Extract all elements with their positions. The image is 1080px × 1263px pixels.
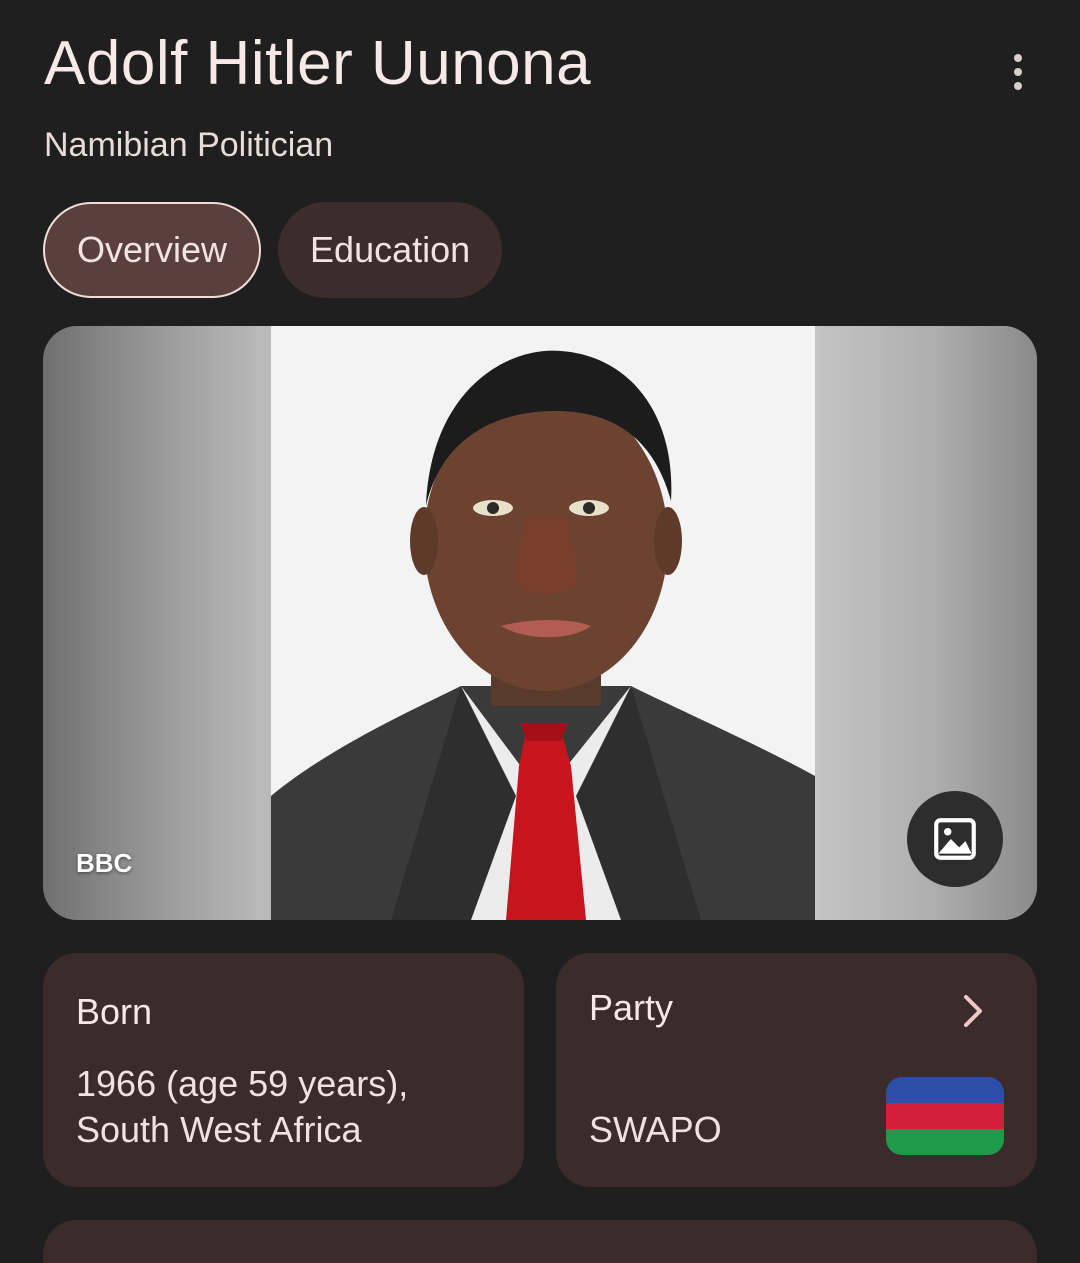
- party-card[interactable]: Party SWAPO: [556, 953, 1037, 1187]
- page-title: Adolf Hitler Uunona: [44, 29, 592, 98]
- image-source-label: BBC: [76, 848, 133, 878]
- born-value-line2: South West Africa: [76, 1109, 362, 1150]
- next-card: [43, 1220, 1037, 1263]
- more-options-button[interactable]: [996, 50, 1040, 94]
- more-vert-icon: [1014, 54, 1022, 62]
- image-icon: [934, 818, 976, 860]
- party-label: Party: [589, 987, 674, 1028]
- tab-bar: Overview Education: [43, 202, 503, 298]
- portrait-image-card[interactable]: BBC: [43, 326, 1037, 920]
- chevron-right-icon: [964, 995, 982, 1027]
- tab-overview[interactable]: Overview: [43, 202, 262, 298]
- born-card: Born 1966 (age 59 years), South West Afr…: [43, 953, 524, 1187]
- tab-education[interactable]: Education: [278, 202, 503, 298]
- flag-stripe-green: [886, 1129, 1004, 1155]
- knowledge-panel: Adolf Hitler Uunona Namibian Politician …: [0, 0, 1080, 1263]
- namibia-flag-icon: [886, 1077, 1004, 1155]
- born-label: Born: [76, 991, 153, 1032]
- party-value: SWAPO: [589, 1109, 722, 1150]
- flag-stripe-blue: [886, 1077, 1004, 1103]
- flag-stripe-red: [886, 1103, 1004, 1129]
- born-value-line1: 1966 (age 59 years),: [76, 1063, 409, 1104]
- portrait-photo: [271, 326, 815, 920]
- page-subtitle: Namibian Politician: [44, 126, 334, 164]
- view-images-button[interactable]: [907, 791, 1003, 887]
